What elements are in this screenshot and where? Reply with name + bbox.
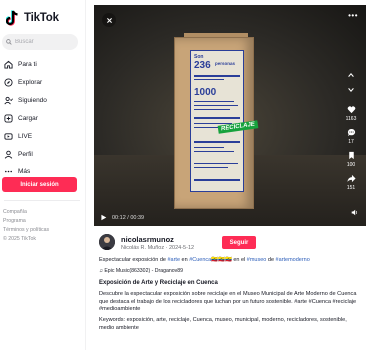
more-options-button[interactable]: ••• <box>348 11 358 20</box>
hashtag-link[interactable]: #museo <box>247 257 267 263</box>
video-time: 00:12 / 00:39 <box>112 214 145 221</box>
close-button[interactable] <box>102 13 116 27</box>
sidebar-footer: Compañía Programa Términos y políticas ©… <box>3 208 49 244</box>
sidebar: TikTok Para ti Explorar Siguiendo <box>0 0 86 350</box>
sidebar-item-siguiendo[interactable]: Siguiendo <box>4 91 82 109</box>
search-input[interactable] <box>15 39 71 45</box>
sidebar-item-para-ti[interactable]: Para ti <box>4 55 82 73</box>
follow-button[interactable]: Seguir <box>222 236 256 249</box>
sidebar-item-label: Para ti <box>18 60 37 68</box>
share-icon <box>346 174 356 183</box>
post-description: Espectacular exposición de #arte en #Cue… <box>99 256 359 264</box>
like-button[interactable]: 1163 <box>342 105 360 122</box>
sidebar-item-perfil[interactable]: Perfil <box>4 145 82 163</box>
live-icon <box>4 132 13 141</box>
chevron-up-icon <box>348 73 354 77</box>
speaker-icon <box>351 209 358 216</box>
search-icon <box>6 39 12 45</box>
previous-video-button[interactable] <box>346 70 356 80</box>
logo-text: TikTok <box>24 12 59 24</box>
panel-line <box>194 109 230 110</box>
panel-line <box>194 75 240 77</box>
volume-button[interactable] <box>351 203 358 221</box>
hashtag-link[interactable]: #Cuenca <box>189 257 211 263</box>
panel-line <box>194 141 240 143</box>
sidebar-item-live[interactable]: LIVE <box>4 127 82 145</box>
panel-subtext: personas <box>215 61 236 66</box>
desc-text: de <box>266 257 276 263</box>
sidebar-item-label: Cargar <box>18 114 38 122</box>
compass-icon <box>4 77 13 87</box>
panel-line <box>194 101 234 102</box>
sidebar-item-label: LIVE <box>18 132 33 140</box>
sidebar-item-label: Más <box>18 167 31 175</box>
share-count: 151 <box>346 185 356 191</box>
search-bar[interactable] <box>2 34 78 50</box>
hashtag-link[interactable]: #arte <box>167 257 180 263</box>
share-button[interactable]: 151 <box>342 174 360 191</box>
chevron-down-icon <box>348 88 354 92</box>
avatar[interactable] <box>99 234 115 250</box>
footer-link-terms[interactable]: Términos y políticas <box>3 226 49 235</box>
username[interactable]: nicolasrmunoz <box>121 235 174 244</box>
tiktok-logo[interactable]: TikTok <box>5 10 59 26</box>
next-video-button[interactable] <box>346 85 356 95</box>
post-title: Exposición de Arte y Reciclaje en Cuenca <box>99 280 218 286</box>
video-controls: 00:12 / 00:39 <box>100 214 144 221</box>
bookmark-icon <box>348 151 354 160</box>
sidebar-divider <box>4 200 80 201</box>
save-button[interactable]: 100 <box>342 151 360 168</box>
desc-text: Espectacular exposición de <box>99 257 168 263</box>
panel-line <box>194 117 240 119</box>
info-panel: Son 236 personas 1000 <box>190 50 244 192</box>
comment-button[interactable]: 17 <box>342 128 360 145</box>
play-icon[interactable] <box>100 214 107 221</box>
panel-line <box>194 105 238 106</box>
close-icon <box>106 17 112 23</box>
desc-text: en <box>180 257 190 263</box>
panel-line <box>194 79 224 80</box>
post-body: Descubre la espectacular exposición sobr… <box>99 291 357 312</box>
sidebar-item-label: Perfil <box>18 150 33 158</box>
like-count: 1163 <box>345 116 357 122</box>
hashtag-link[interactable]: #artemoderno <box>276 257 310 263</box>
music-link[interactable]: ♫ Epic Music(863302) - Draganov89 <box>99 268 183 274</box>
heart-icon <box>347 106 355 114</box>
panel-line <box>194 167 228 168</box>
panel-number-2: 1000 <box>194 87 217 98</box>
home-icon <box>4 60 13 69</box>
following-icon <box>4 96 13 105</box>
panel-line <box>194 163 238 164</box>
save-count: 100 <box>346 162 356 168</box>
login-button[interactable]: Iniciar sesión <box>2 177 77 192</box>
comment-icon <box>347 128 355 137</box>
sidebar-item-cargar[interactable]: Cargar <box>4 109 82 127</box>
desc-text: 🇪🇨🇪🇨🇪🇨 en el <box>211 257 247 263</box>
footer-copyright: © 2025 TikTok <box>3 236 36 242</box>
panel-line <box>194 179 240 181</box>
footer-link-company[interactable]: Compañía <box>3 208 49 217</box>
author-subline: Nicolás R. Muñoz · 2024-5-12 <box>121 245 195 251</box>
upload-icon <box>4 113 13 123</box>
comment-count: 17 <box>348 139 354 145</box>
post-keywords: Keywords: exposición, arte, reciclaje, C… <box>99 317 347 331</box>
profile-icon <box>4 150 13 159</box>
panel-number-1: 236 <box>194 60 211 71</box>
footer-link-program[interactable]: Programa <box>3 217 49 226</box>
sidebar-item-explorar[interactable]: Explorar <box>4 73 82 91</box>
sidebar-nav: Para ti Explorar Siguiendo Cargar LIVE P… <box>4 55 82 179</box>
video-player[interactable]: Son 236 personas 1000 RECICLAJE ••• 1163 <box>94 5 366 226</box>
panel-line <box>194 147 224 148</box>
sidebar-item-label: Explorar <box>18 78 43 86</box>
video-actions: 1163 17 100 151 <box>342 105 360 197</box>
tiktok-note-icon <box>5 10 20 26</box>
more-icon <box>4 167 13 176</box>
sidebar-item-label: Siguiendo <box>18 96 47 104</box>
panel-line <box>194 151 234 152</box>
